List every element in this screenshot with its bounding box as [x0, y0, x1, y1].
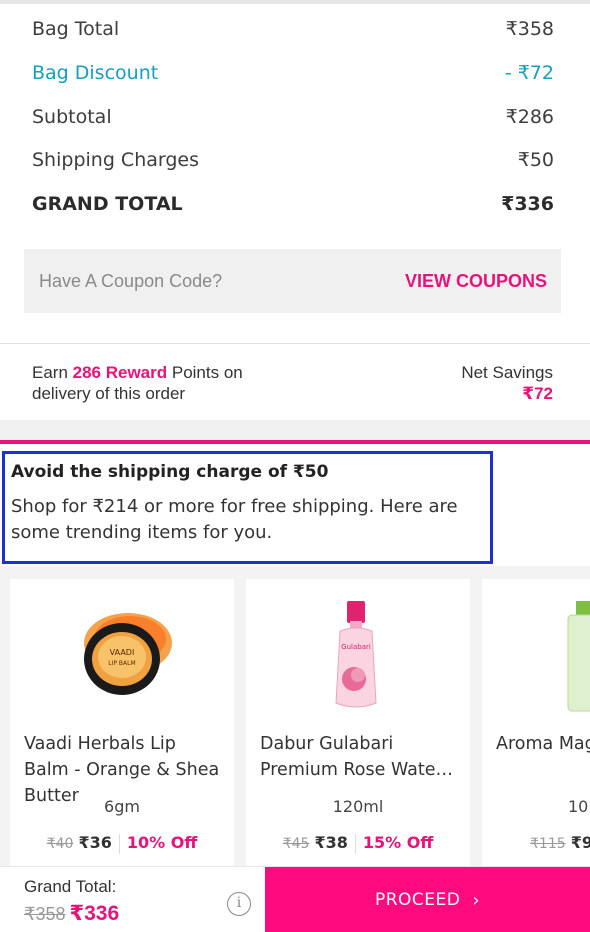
bag-discount-row: Bag Discount - ₹72 — [32, 62, 554, 84]
footer-grand-total-price: ₹358 ₹336 — [24, 901, 119, 926]
footer-price: ₹336 — [69, 902, 120, 925]
product-price: ₹40 ₹36 10% Off — [10, 833, 234, 854]
svg-text:Gulabari: Gulabari — [341, 643, 371, 651]
bag-total-value: ₹358 — [505, 18, 554, 40]
grand-total-label: GRAND TOTAL — [32, 193, 183, 215]
chevron-right-icon: › — [472, 889, 481, 911]
product-size: 6gm — [104, 797, 140, 816]
grand-total-row: GRAND TOTAL ₹336 — [32, 193, 554, 215]
svg-text:LIP BALM: LIP BALM — [108, 660, 135, 667]
svg-text:VAADI: VAADI — [110, 648, 135, 657]
bag-total-row: Bag Total ₹358 — [32, 18, 554, 40]
product-card[interactable]: Gulabari Dabur Gulabari Premium Rose Wat… — [246, 579, 470, 866]
coupon-box[interactable]: Have A Coupon Code? VIEW COUPONS — [24, 249, 561, 313]
product-sale-price: ₹36 — [78, 833, 112, 852]
grand-total-value: ₹336 — [501, 193, 554, 215]
free-shipping-title: Avoid the shipping charge of ₹50 — [11, 462, 329, 482]
product-sale-price: ₹92 — [570, 833, 590, 852]
product-size: 10 — [568, 797, 589, 816]
product-price: ₹115 ₹92 — [482, 833, 590, 852]
shipping-row: Shipping Charges ₹50 — [32, 149, 554, 171]
product-name[interactable]: Aroma Mag Oil — [496, 731, 590, 757]
proceed-label: PROCEED — [374, 890, 461, 910]
reward-prefix: Earn — [32, 363, 73, 382]
reward-line2: delivery of this order — [32, 384, 186, 403]
subtotal-row: Subtotal ₹286 — [32, 106, 554, 128]
accent-divider — [0, 440, 590, 444]
product-card[interactable]: Aroma Mag Oil 10 ₹115 ₹92 — [482, 579, 590, 866]
reward-points-value: 286 Reward — [72, 363, 168, 382]
bag-discount-value: - ₹72 — [504, 62, 554, 84]
product-name[interactable]: Dabur Gulabari Premium Rose Wate… — [260, 731, 460, 783]
bag-discount-label: Bag Discount — [32, 62, 159, 84]
product-image-rose-water[interactable]: Gulabari — [246, 591, 470, 721]
product-card[interactable]: VAADI LIP BALM Vaadi Herbals Lip Balm - … — [10, 579, 234, 866]
price-separator — [118, 833, 120, 854]
info-icon[interactable]: i — [227, 892, 251, 916]
coupon-code-input[interactable]: Have A Coupon Code? — [39, 271, 222, 292]
product-mrp: ₹45 — [282, 836, 310, 852]
proceed-button[interactable]: PROCEED › — [265, 867, 590, 932]
top-edge — [0, 0, 590, 4]
product-mrp: ₹115 — [530, 836, 566, 852]
price-separator — [354, 833, 356, 854]
divider — [0, 343, 590, 344]
view-coupons-link[interactable]: VIEW COUPONS — [405, 271, 547, 292]
product-image-oil[interactable] — [482, 591, 590, 721]
reward-suffix: Points on — [167, 363, 243, 382]
shipping-label: Shipping Charges — [32, 149, 200, 171]
product-price: ₹45 ₹38 15% Off — [246, 833, 470, 854]
subtotal-value: ₹286 — [505, 106, 554, 128]
subtotal-label: Subtotal — [32, 106, 112, 128]
product-image-lip-balm[interactable]: VAADI LIP BALM — [10, 591, 234, 721]
product-size: 120ml — [332, 797, 384, 816]
footer-mrp: ₹358 — [24, 904, 66, 924]
shipping-value: ₹50 — [517, 149, 554, 171]
product-mrp: ₹40 — [46, 836, 74, 852]
free-shipping-notice: Avoid the shipping charge of ₹50 Shop fo… — [2, 451, 493, 564]
product-discount: 15% Off — [362, 833, 434, 852]
net-savings: Net Savings ₹72 — [461, 362, 553, 404]
checkout-footer: Grand Total: ₹358 ₹336 i PROCEED › — [0, 866, 590, 932]
product-sale-price: ₹38 — [314, 833, 348, 852]
cart-page: Bag Total ₹358 Bag Discount - ₹72 Subtot… — [0, 0, 590, 932]
product-discount: 10% Off — [126, 833, 198, 852]
free-shipping-text: Shop for ₹214 or more for free shipping.… — [11, 496, 458, 543]
net-savings-value: ₹72 — [522, 384, 553, 403]
net-savings-label: Net Savings — [461, 363, 553, 382]
reward-points: Earn 286 Reward Points on delivery of th… — [32, 362, 332, 404]
bag-total-label: Bag Total — [32, 18, 120, 40]
section-gap — [0, 420, 590, 440]
footer-grand-total-label: Grand Total: — [24, 877, 117, 896]
